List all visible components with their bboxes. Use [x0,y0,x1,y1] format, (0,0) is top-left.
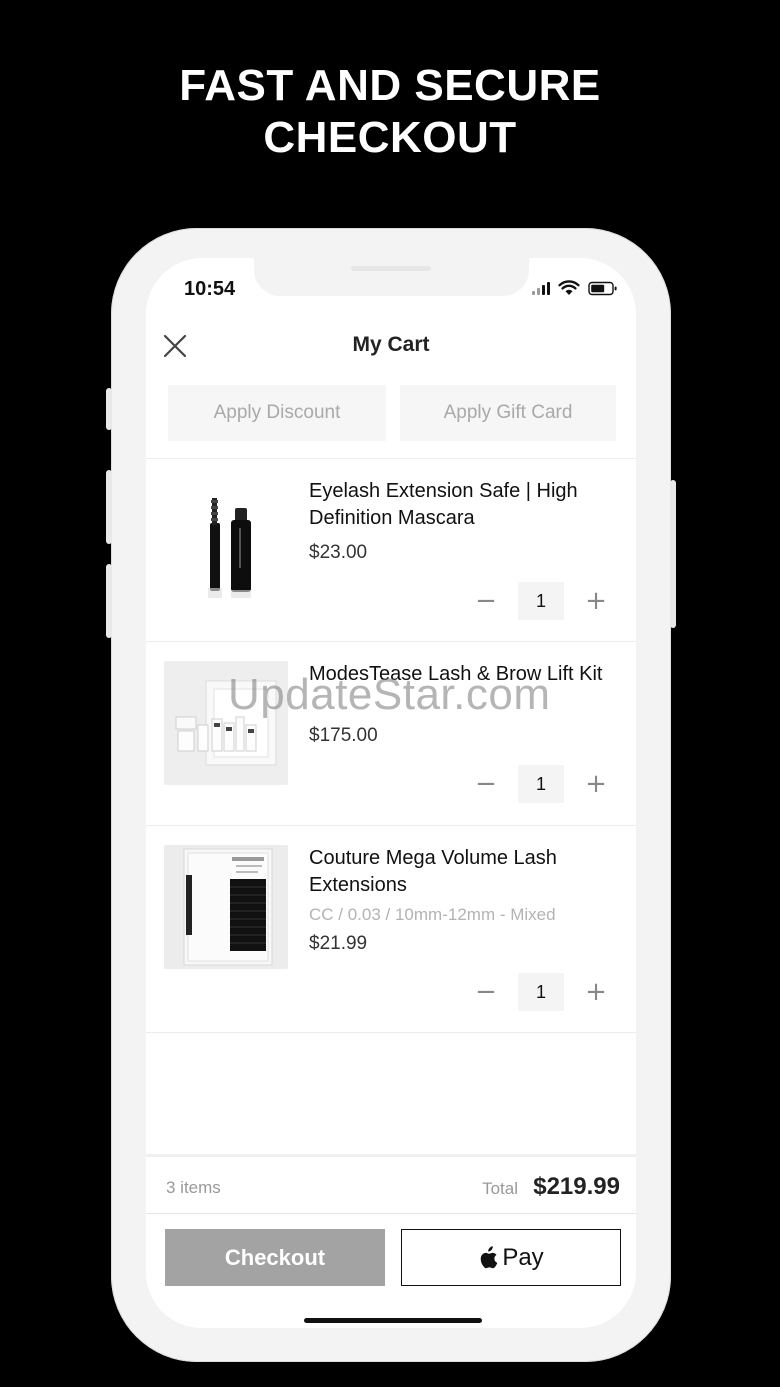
phone-power-button [670,480,676,628]
quantity-stepper: − 1 + [472,973,610,1011]
apply-gift-card-button[interactable]: Apply Gift Card [400,385,616,441]
phone-notch [254,258,529,296]
home-indicator [304,1318,482,1323]
speaker-grille [351,266,431,271]
watermark: UpdateStar.com [228,670,551,719]
phone-volume-up-button [106,470,112,544]
apply-discount-button[interactable]: Apply Discount [168,385,386,441]
headline-line-2: CHECKOUT [263,113,517,162]
headline-line-1: FAST AND SECURE [179,61,601,110]
decrease-quantity-button[interactable]: − [472,586,500,616]
promo-headline: FAST AND SECURE CHECKOUT [0,60,780,164]
product-name[interactable]: Eyelash Extension Safe | High Definition… [309,478,619,532]
divider [146,825,636,826]
divider [146,1032,636,1033]
quantity-value[interactable]: 1 [518,973,564,1011]
phone-screen: 10:54 My Cart Apply Discount Apply Gift … [146,258,636,1328]
decrease-quantity-button[interactable]: − [472,977,500,1007]
wifi-icon [558,280,580,295]
quantity-stepper: − 1 + [472,582,610,620]
checkout-button[interactable]: Checkout [165,1229,385,1286]
cart-item: Eyelash Extension Safe | High Definition… [146,460,636,642]
product-price: $23.00 [309,542,368,563]
signal-icon [532,281,550,295]
product-price: $175.00 [309,725,378,746]
decrease-quantity-button[interactable]: − [472,769,500,799]
item-count: 3 items [166,1178,221,1197]
page-title: My Cart [352,333,430,356]
quantity-value[interactable]: 1 [518,582,564,620]
divider [146,458,636,459]
product-price: $21.99 [309,933,368,954]
total-value: $219.99 [533,1173,620,1200]
cart-footer: 3 items Total $219.99 Checkout Pay [146,1154,636,1328]
quantity-value[interactable]: 1 [518,765,564,803]
product-image-lash-extensions[interactable] [164,845,288,969]
product-name[interactable]: Couture Mega Volume Lash Extensions [309,845,619,899]
status-icons [532,280,618,296]
increase-quantity-button[interactable]: + [582,977,610,1007]
product-image-mascara[interactable] [164,478,288,602]
status-time: 10:54 [184,278,236,300]
divider [146,641,636,642]
apple-pay-button[interactable]: Pay [401,1229,621,1286]
increase-quantity-button[interactable]: + [582,769,610,799]
footer-divider [146,1154,636,1157]
battery-icon [588,281,617,295]
quantity-stepper: − 1 + [472,765,610,803]
apple-pay-label: Pay [502,1243,544,1271]
increase-quantity-button[interactable]: + [582,586,610,616]
total-label: Total [482,1179,518,1198]
phone-silent-switch [106,388,112,430]
footer-divider [146,1213,636,1214]
cart-item: Couture Mega Volume Lash Extensions CC /… [146,827,636,1031]
phone-volume-down-button [106,564,112,638]
apple-logo-icon [481,1245,498,1268]
product-variant: CC / 0.03 / 10mm-12mm - Mixed [309,905,556,924]
